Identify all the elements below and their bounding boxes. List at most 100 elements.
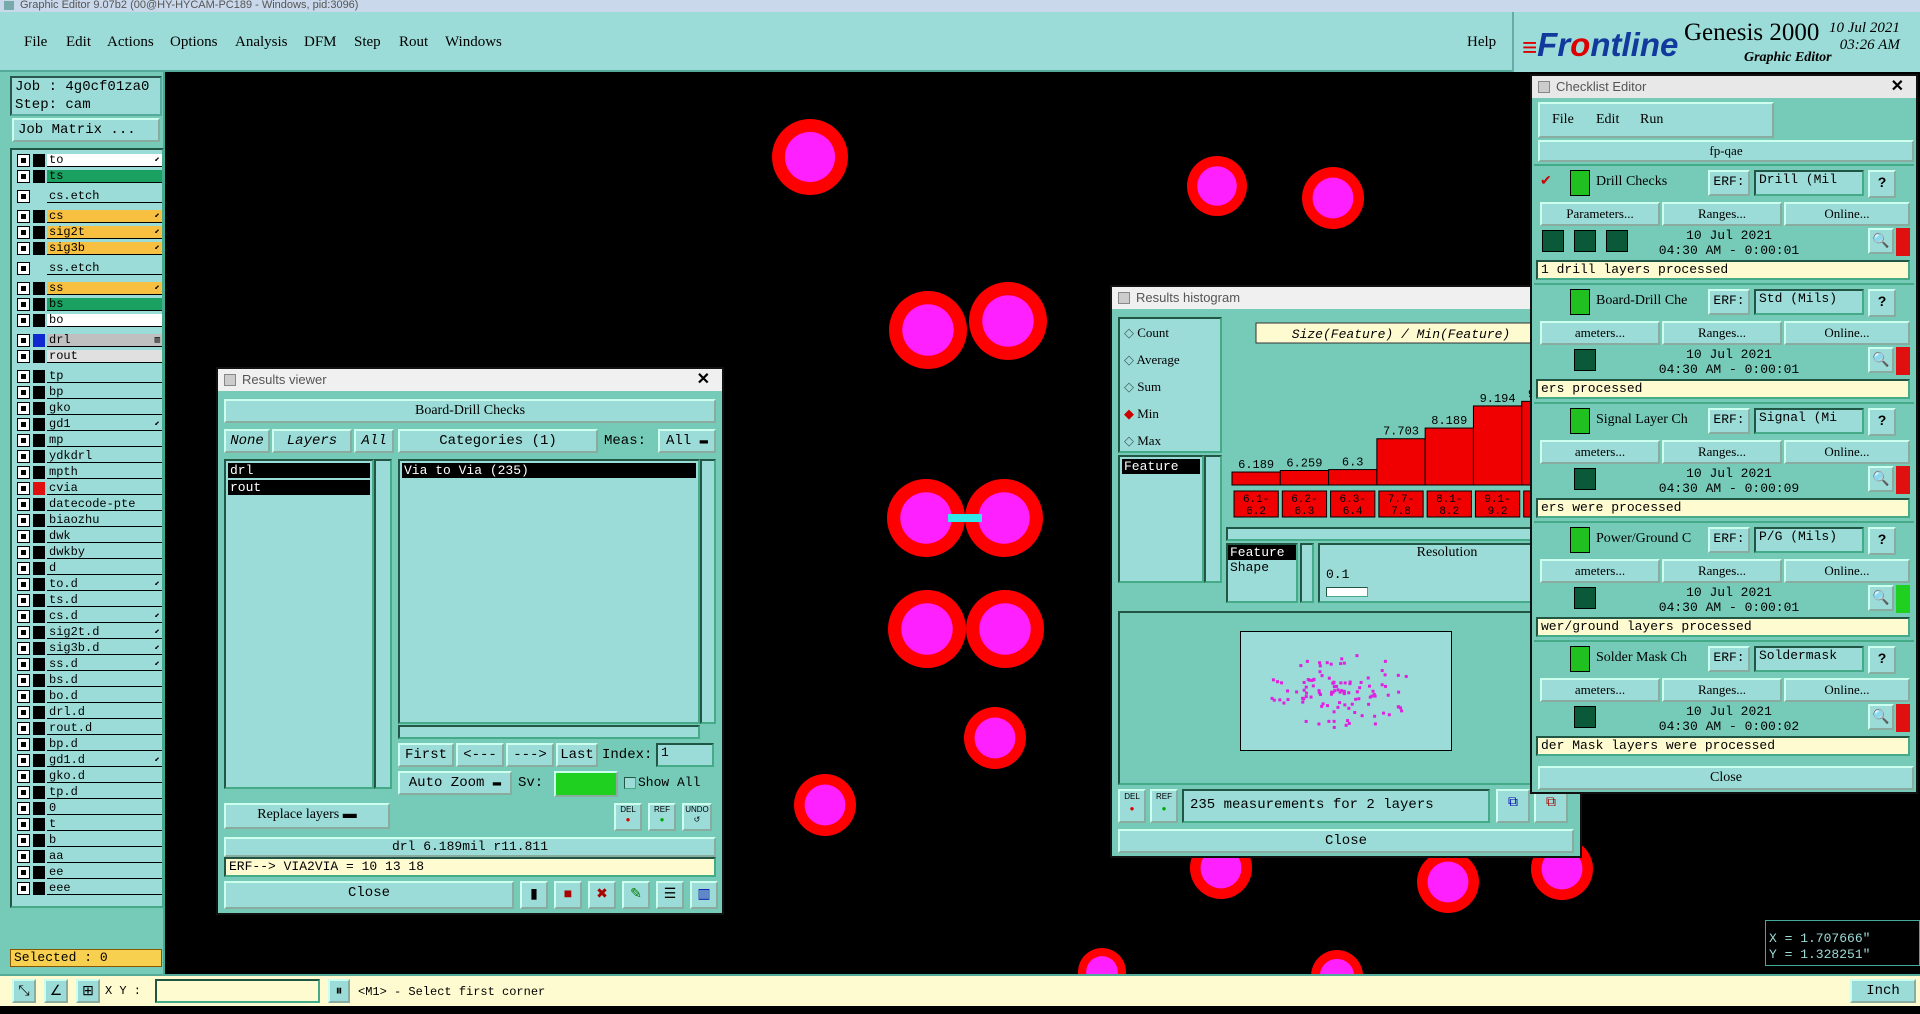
- check-status-icon[interactable]: [1570, 289, 1590, 315]
- check-mark-icon[interactable]: ✔: [1540, 172, 1552, 189]
- online-button[interactable]: Online...: [1784, 202, 1910, 226]
- layer-name[interactable]: bo.d: [47, 690, 162, 703]
- layer-name[interactable]: sig2t.d ⬋: [47, 626, 162, 639]
- ref-button[interactable]: REF ●: [648, 803, 676, 831]
- layer-color-swatch[interactable]: [33, 578, 45, 591]
- aggregation-average-radio[interactable]: ◇ Average: [1124, 352, 1180, 368]
- layer-color-swatch[interactable]: [33, 722, 45, 735]
- layer-name[interactable]: gd1.d ⬋: [47, 754, 162, 767]
- menu-analysis[interactable]: Analysis: [235, 34, 288, 51]
- layer-name[interactable]: sig2t ⬋: [47, 226, 162, 239]
- tool-icon-2[interactable]: ■: [554, 881, 582, 909]
- layer-color-swatch[interactable]: [33, 282, 45, 295]
- parameters-button[interactable]: Parameters...: [1540, 202, 1660, 226]
- category-scrollbar[interactable]: [700, 459, 716, 724]
- layer-color-swatch[interactable]: [33, 626, 45, 639]
- layer-color-swatch[interactable]: [33, 190, 45, 203]
- layer-color-swatch[interactable]: [33, 370, 45, 383]
- layer-color-swatch[interactable]: [33, 298, 45, 311]
- layer-color-swatch[interactable]: [33, 466, 45, 479]
- layer-color-swatch[interactable]: [33, 754, 45, 767]
- undo-button[interactable]: UNDO ↺: [682, 803, 712, 831]
- shape-scrollbar[interactable]: [1300, 543, 1314, 603]
- index-input[interactable]: 1: [656, 743, 714, 767]
- layer-name[interactable]: cs.etch: [47, 190, 162, 203]
- histogram-close-button[interactable]: Close: [1118, 829, 1574, 853]
- menu-step[interactable]: Step: [354, 34, 381, 51]
- layer-checkbox[interactable]: [17, 674, 30, 687]
- none-button[interactable]: None: [224, 429, 270, 453]
- run-icon[interactable]: [1606, 230, 1628, 252]
- layer-color-swatch[interactable]: [33, 242, 45, 255]
- layer-color-swatch[interactable]: [33, 850, 45, 863]
- drill-hole[interactable]: [982, 295, 1034, 347]
- layer-scrollbar[interactable]: [374, 459, 392, 789]
- layer-name[interactable]: dwkby: [47, 546, 162, 559]
- layer-name[interactable]: tp: [47, 370, 162, 383]
- layer-checkbox[interactable]: [17, 402, 30, 415]
- feature-scrollbar[interactable]: [1204, 455, 1222, 583]
- aggregation-min-radio[interactable]: ◆ Min: [1124, 406, 1159, 422]
- checklist-menu-run[interactable]: Run: [1640, 112, 1663, 128]
- layer-name[interactable]: to.d ⬋: [47, 578, 162, 591]
- histogram-bar[interactable]: [1424, 427, 1474, 486]
- job-matrix-button[interactable]: Job Matrix ...: [12, 118, 160, 142]
- close-icon[interactable]: ✕: [697, 369, 710, 391]
- hist-del-button[interactable]: DEL ●: [1118, 789, 1146, 823]
- layer-name[interactable]: mpth: [47, 466, 162, 479]
- layer-name[interactable]: aa: [47, 850, 162, 863]
- layer-color-swatch[interactable]: [33, 482, 45, 495]
- parameters-button[interactable]: ameters...: [1540, 321, 1660, 345]
- layer-checkbox[interactable]: [17, 226, 30, 239]
- layer-name[interactable]: cvia: [47, 482, 162, 495]
- layer-checkbox[interactable]: [17, 594, 30, 607]
- erf-dropdown[interactable]: Std (Mils): [1754, 289, 1864, 315]
- ranges-button[interactable]: Ranges...: [1662, 678, 1782, 702]
- check-status-icon[interactable]: [1570, 646, 1590, 672]
- layer-color-swatch[interactable]: [33, 546, 45, 559]
- layer-checkbox[interactable]: [17, 834, 30, 847]
- layer-checkbox[interactable]: [17, 866, 30, 879]
- ranges-button[interactable]: Ranges...: [1662, 559, 1782, 583]
- del-button[interactable]: DEL ●: [614, 803, 642, 831]
- layer-color-swatch[interactable]: [33, 674, 45, 687]
- zoom-results-icon[interactable]: 🔍: [1868, 704, 1894, 730]
- tool-icon-3[interactable]: ✖: [588, 881, 616, 909]
- layer-color-swatch[interactable]: [33, 498, 45, 511]
- shape-item-feature[interactable]: Feature: [1228, 545, 1296, 560]
- parameters-button[interactable]: ameters...: [1540, 559, 1660, 583]
- layer-color-swatch[interactable]: [33, 834, 45, 847]
- resolution-slider[interactable]: [1326, 587, 1368, 597]
- layer-name[interactable]: ts: [47, 170, 162, 183]
- feature-listbox[interactable]: Feature: [1118, 455, 1204, 583]
- help-icon[interactable]: ?: [1868, 170, 1896, 198]
- layer-color-swatch[interactable]: [33, 170, 45, 183]
- layer-color-swatch[interactable]: [33, 530, 45, 543]
- tool-icon-1[interactable]: ▮: [520, 881, 548, 909]
- layer-color-swatch[interactable]: [33, 594, 45, 607]
- check-status-icon[interactable]: [1570, 170, 1590, 196]
- layer-name[interactable]: rout: [47, 350, 162, 363]
- layer-color-swatch[interactable]: [33, 706, 45, 719]
- last-button[interactable]: Last: [556, 743, 598, 767]
- layer-name[interactable]: datecode-pte: [47, 498, 162, 511]
- layer-checkbox[interactable]: [17, 850, 30, 863]
- layer-name[interactable]: bs: [47, 298, 162, 311]
- layer-color-swatch[interactable]: [33, 610, 45, 623]
- layer-color-swatch[interactable]: [33, 450, 45, 463]
- check-name[interactable]: Drill Checks: [1596, 174, 1706, 190]
- first-button[interactable]: First: [398, 743, 454, 767]
- tool-icon-4[interactable]: ✎: [622, 881, 650, 909]
- drill-hole[interactable]: [900, 492, 952, 544]
- ranges-button[interactable]: Ranges...: [1662, 440, 1782, 464]
- sv-color-dropdown[interactable]: [554, 771, 618, 797]
- ranges-button[interactable]: Ranges...: [1662, 202, 1782, 226]
- layer-checkbox[interactable]: [17, 450, 30, 463]
- run-icon[interactable]: [1542, 230, 1564, 252]
- layer-name[interactable]: ss ⬋: [47, 282, 162, 295]
- layer-name[interactable]: sig3b.d ⬋: [47, 642, 162, 655]
- layer-listbox[interactable]: drl rout: [224, 459, 374, 789]
- aggregation-count-radio[interactable]: ◇ Count: [1124, 325, 1169, 341]
- layer-color-swatch[interactable]: [33, 866, 45, 879]
- drill-hole[interactable]: [978, 492, 1030, 544]
